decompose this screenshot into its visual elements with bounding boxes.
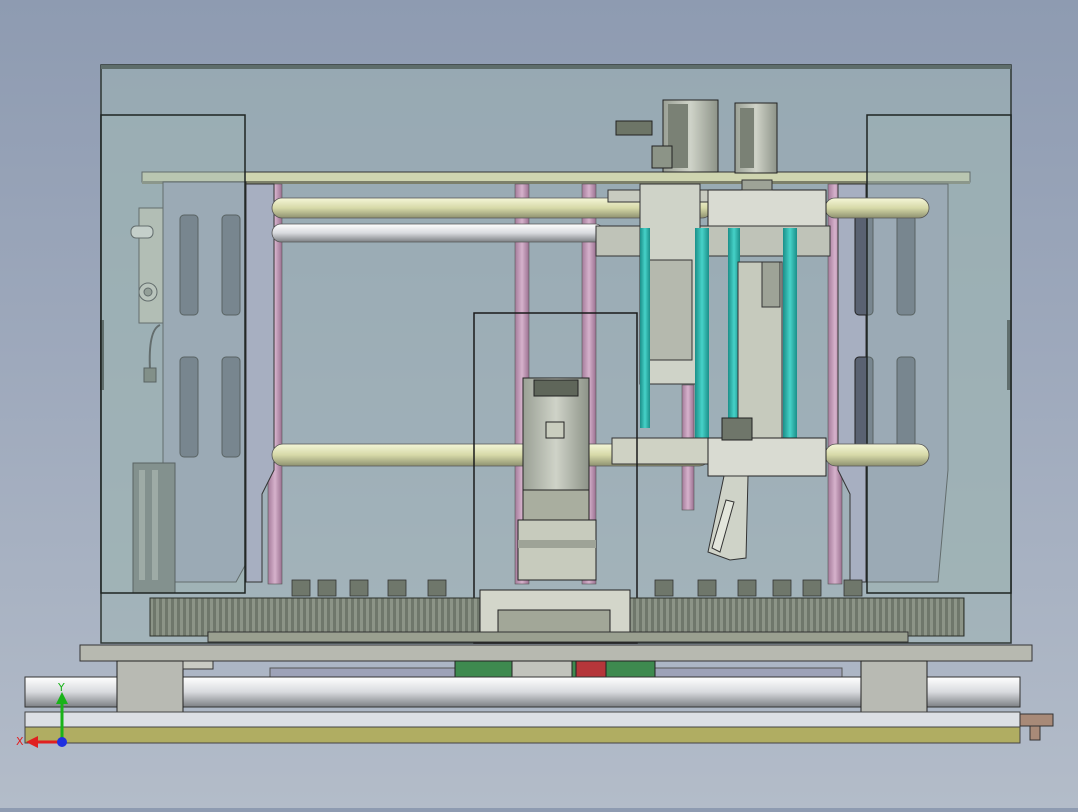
right-side-frame [837,114,1012,594]
axis-y-label: Y [57,681,65,694]
left-side-frame [100,114,275,594]
top-plate [141,171,971,184]
axis-x-label: X [16,735,24,748]
gear-ring [149,589,965,643]
cad-viewport[interactable]: X Y [0,0,1078,808]
